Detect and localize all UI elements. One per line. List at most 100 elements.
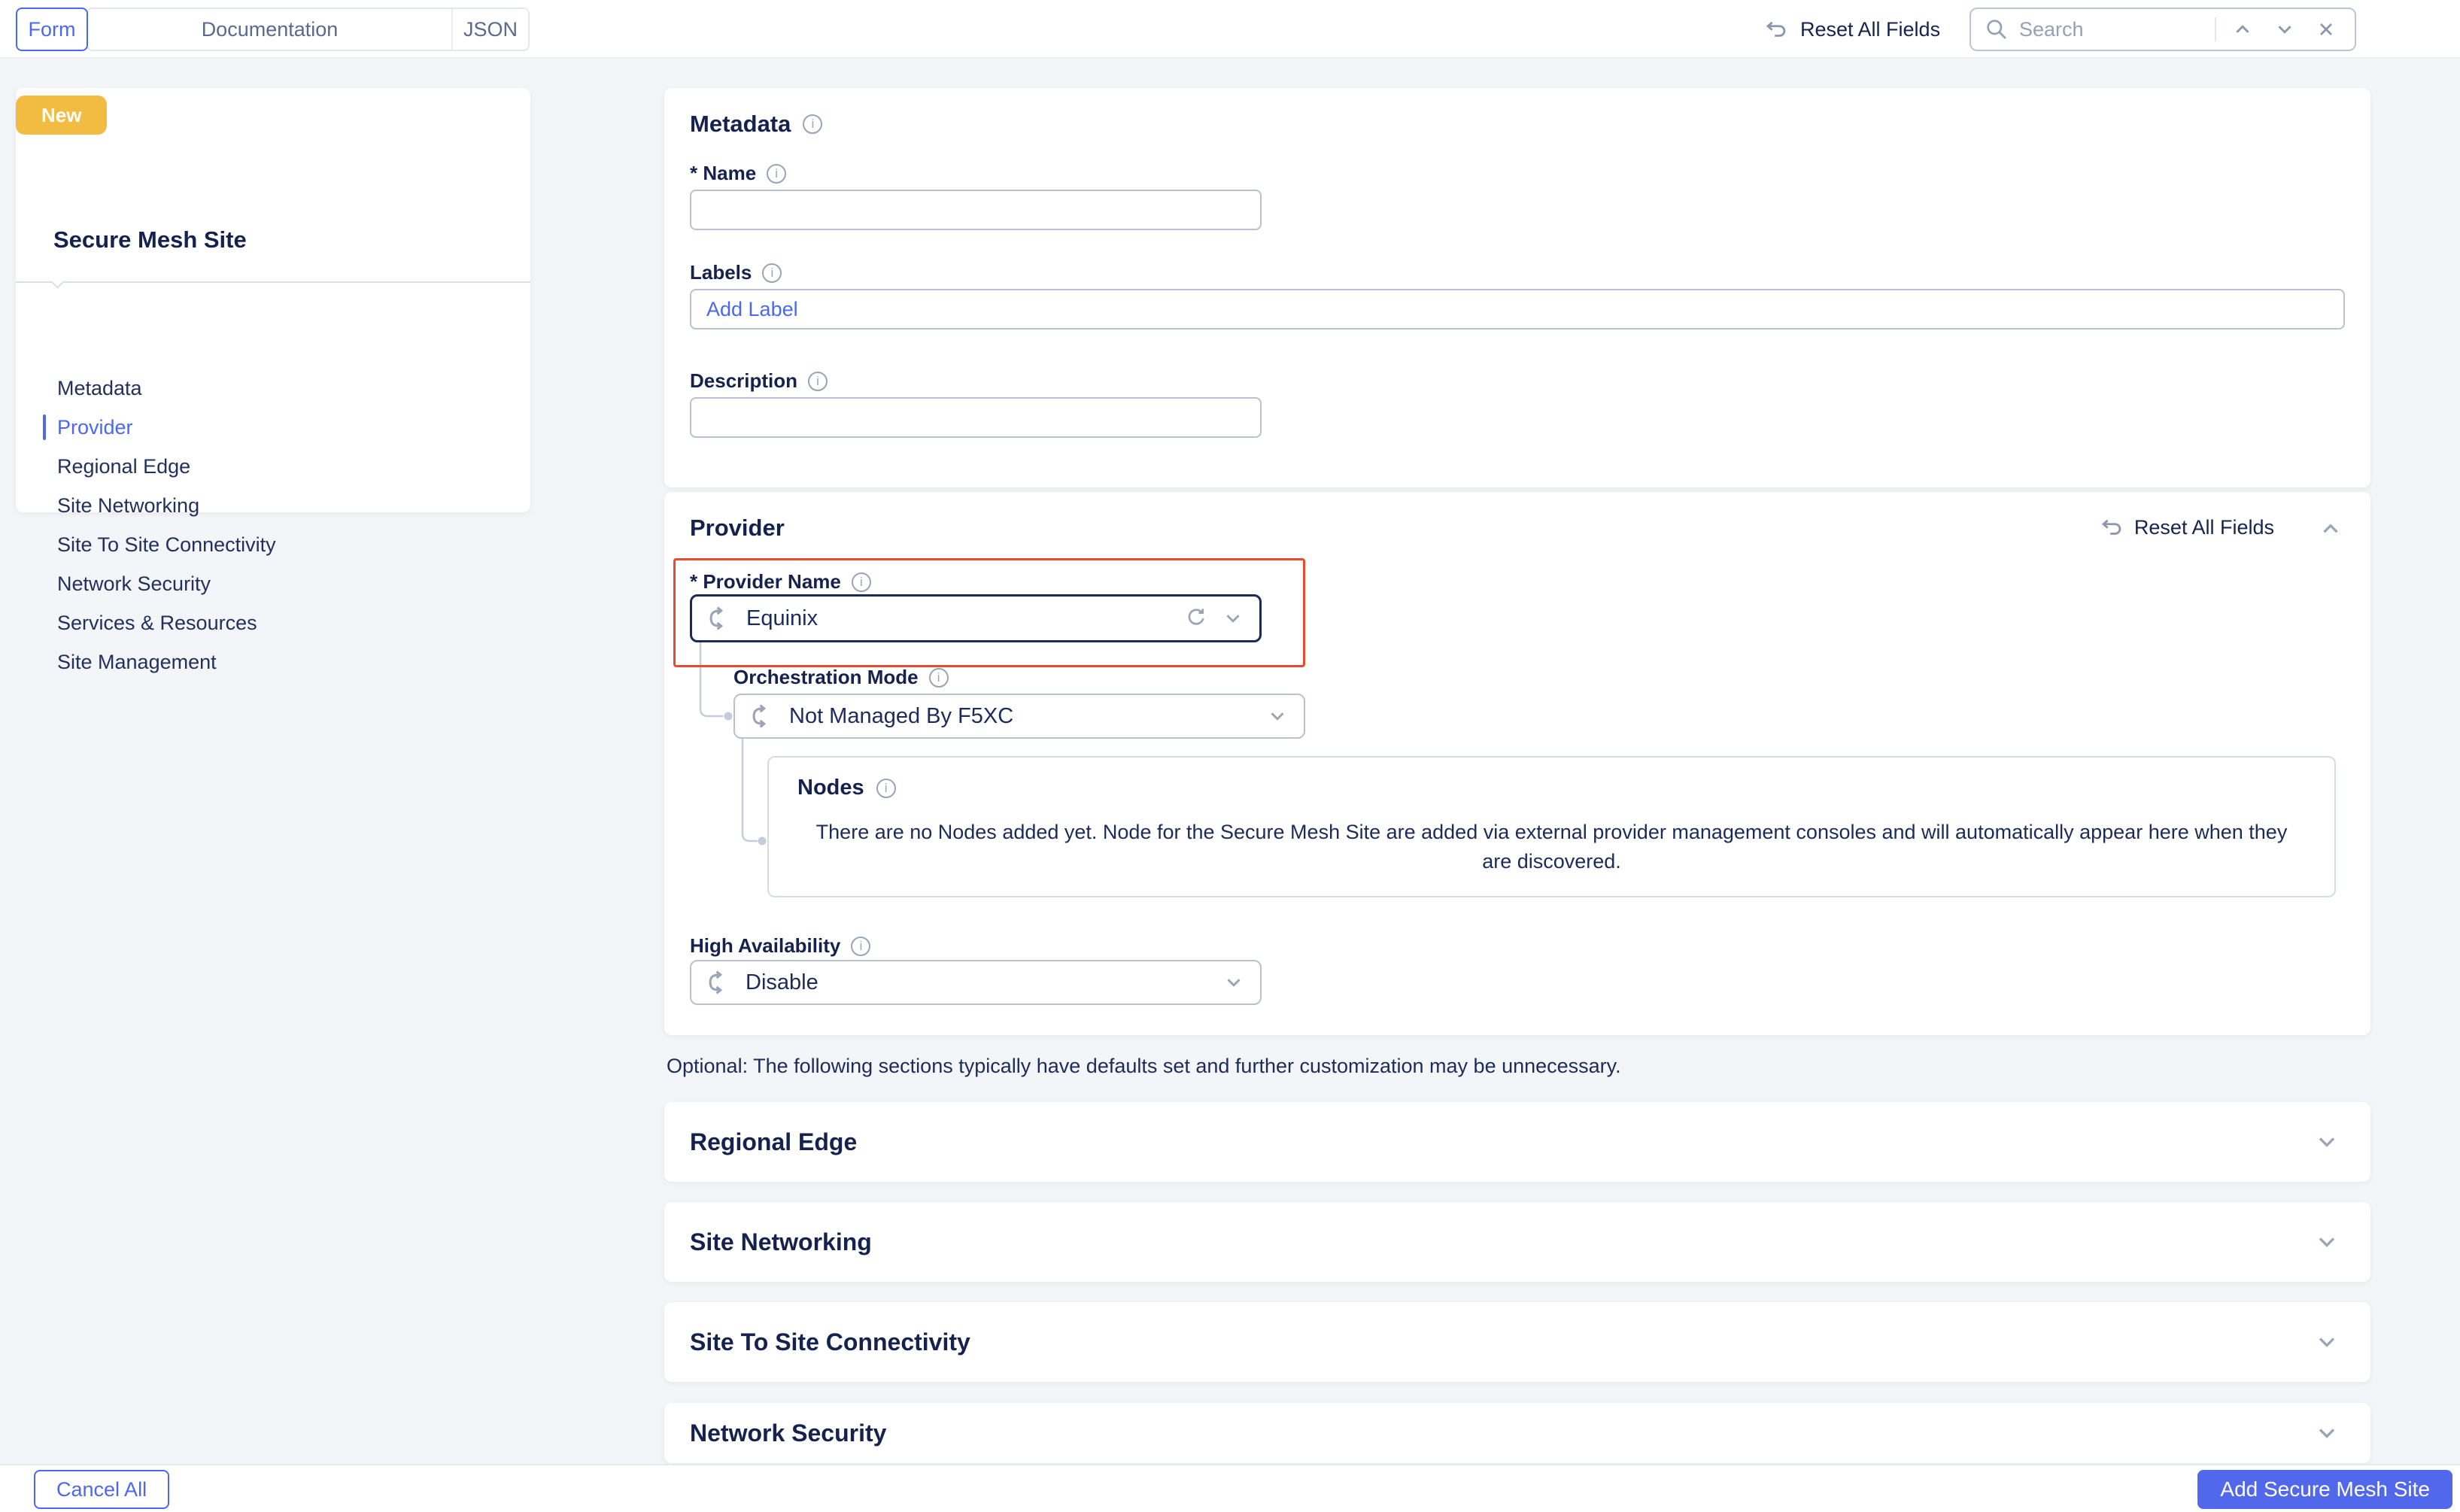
sidebar-item-regional-edge[interactable]: Regional Edge	[16, 447, 530, 486]
tab-form[interactable]: Form	[16, 8, 88, 51]
field-branch-icon	[706, 970, 732, 995]
info-icon	[808, 372, 828, 391]
search-clear-button[interactable]	[2311, 19, 2341, 40]
chevron-down-icon	[1222, 971, 1245, 994]
chevron-down-icon	[2313, 1419, 2340, 1447]
high-availability-field-label: High Availability	[690, 934, 840, 958]
section-site-to-site-connectivity[interactable]: Site To Site Connectivity	[664, 1302, 2370, 1382]
sidebar-item-label: Metadata	[57, 377, 142, 400]
nodes-panel: Nodes There are no Nodes added yet. Node…	[767, 756, 2336, 897]
refresh-icon[interactable]	[1184, 606, 1208, 630]
sidebar-item-label: Provider	[57, 416, 133, 439]
sidebar-item-label: Site Networking	[57, 494, 199, 518]
sidebar-divider	[16, 281, 530, 283]
section-network-security[interactable]: Network Security	[664, 1403, 2370, 1463]
sidebar-item-provider[interactable]: Provider	[16, 408, 530, 447]
info-icon	[852, 572, 871, 592]
sidebar-divider-notch	[50, 275, 64, 288]
orchestration-mode-value: Not Managed By F5XC	[789, 704, 1253, 729]
active-indicator-bar	[43, 414, 46, 440]
provider-name-field-label: * Provider Name	[690, 570, 841, 594]
sidebar-item-metadata[interactable]: Metadata	[16, 369, 530, 408]
provider-name-value: Equinix	[746, 606, 1171, 631]
sidebar-item-site-networking[interactable]: Site Networking	[16, 486, 530, 525]
provider-section-card: Provider Reset All Fields * Provider Nam…	[664, 492, 2370, 1035]
view-tabs: Form Documentation JSON	[16, 8, 530, 51]
section-title: Site Networking	[690, 1228, 2313, 1256]
info-icon	[767, 164, 786, 184]
tab-group: Documentation JSON	[87, 8, 530, 51]
search-box	[1970, 8, 2356, 51]
undo-icon	[2100, 515, 2125, 540]
optional-sections-note: Optional: The following sections typical…	[667, 1055, 2367, 1078]
sidebar-item-services-resources[interactable]: Services & Resources	[16, 603, 530, 642]
provider-reset-all-fields-label: Reset All Fields	[2134, 516, 2274, 539]
orchestration-mode-select[interactable]: Not Managed By F5XC	[733, 694, 1305, 739]
add-secure-mesh-site-button[interactable]: Add Secure Mesh Site	[2197, 1470, 2452, 1509]
search-divider	[2215, 17, 2216, 41]
secure-mesh-site-form-page: Form Documentation JSON Reset All Fields	[0, 0, 2460, 1512]
name-input[interactable]	[690, 190, 1262, 230]
name-field-label: * Name	[690, 162, 756, 185]
sidebar-item-label: Services & Resources	[57, 612, 257, 635]
sidebar-item-network-security[interactable]: Network Security	[16, 564, 530, 603]
metadata-section-title: Metadata	[690, 111, 791, 138]
nodes-title: Nodes	[797, 776, 864, 800]
sidebar-item-label: Site Management	[57, 651, 217, 674]
section-title: Network Security	[690, 1419, 2313, 1447]
section-regional-edge[interactable]: Regional Edge	[664, 1102, 2370, 1182]
sidebar-item-label: Network Security	[57, 572, 211, 596]
info-icon	[876, 779, 896, 798]
sidebar-title: Secure Mesh Site	[53, 226, 247, 254]
chevron-down-icon	[1222, 607, 1244, 630]
info-icon	[929, 668, 949, 688]
undo-icon	[1764, 17, 1790, 42]
reset-all-fields-label: Reset All Fields	[1800, 18, 1940, 41]
high-availability-select[interactable]: Disable	[690, 960, 1262, 1005]
chevron-down-icon	[2273, 18, 2296, 41]
orchestration-mode-field-label: Orchestration Mode	[733, 666, 919, 689]
nodes-empty-message: There are no Nodes added yet. Node for t…	[814, 818, 2289, 876]
search-input[interactable]	[2019, 18, 2204, 41]
tab-json[interactable]: JSON	[453, 9, 528, 50]
chevron-up-icon	[2318, 516, 2343, 542]
sidebar-item-label: Regional Edge	[57, 455, 190, 478]
tab-documentation[interactable]: Documentation	[88, 9, 453, 50]
cancel-all-button[interactable]: Cancel All	[34, 1470, 169, 1509]
provider-collapse-button[interactable]	[2318, 516, 2343, 542]
info-icon	[803, 114, 822, 134]
chevron-down-icon	[2313, 1328, 2340, 1356]
sidebar: New Secure Mesh Site Metadata Provider R…	[16, 88, 530, 512]
info-icon	[851, 937, 870, 956]
close-icon	[2316, 19, 2337, 40]
chevron-down-icon	[1266, 705, 1289, 727]
provider-section-title: Provider	[690, 515, 785, 542]
sidebar-item-site-management[interactable]: Site Management	[16, 642, 530, 682]
chevron-down-icon	[2313, 1228, 2340, 1255]
field-branch-icon	[707, 606, 733, 631]
provider-reset-all-fields-button[interactable]: Reset All Fields	[2100, 515, 2274, 540]
top-bar: Form Documentation JSON Reset All Fields	[0, 0, 2460, 59]
footer-action-bar: Cancel All Add Secure Mesh Site	[0, 1464, 2460, 1512]
add-label-input[interactable]	[690, 289, 2345, 329]
high-availability-value: Disable	[746, 970, 1209, 995]
sidebar-item-site-to-site-connectivity[interactable]: Site To Site Connectivity	[16, 525, 530, 564]
section-title: Site To Site Connectivity	[690, 1328, 2313, 1356]
info-icon	[762, 263, 782, 283]
sidebar-item-label: Site To Site Connectivity	[57, 533, 276, 557]
labels-field-label: Labels	[690, 261, 752, 284]
field-branch-icon	[750, 703, 776, 729]
search-icon	[1985, 17, 2009, 41]
description-field-label: Description	[690, 369, 797, 393]
reset-all-fields-button[interactable]: Reset All Fields	[1764, 0, 1940, 59]
search-prev-button[interactable]	[2227, 18, 2258, 41]
provider-name-select[interactable]: Equinix	[690, 594, 1262, 642]
description-input[interactable]	[690, 397, 1262, 438]
section-site-networking[interactable]: Site Networking	[664, 1202, 2370, 1282]
new-badge: New	[16, 96, 107, 135]
chevron-down-icon	[2313, 1128, 2340, 1155]
chevron-up-icon	[2231, 18, 2254, 41]
sidebar-nav: Metadata Provider Regional Edge Site Net…	[16, 369, 530, 682]
metadata-section-card: Metadata * Name Labels Description	[664, 88, 2370, 487]
search-next-button[interactable]	[2269, 18, 2301, 41]
